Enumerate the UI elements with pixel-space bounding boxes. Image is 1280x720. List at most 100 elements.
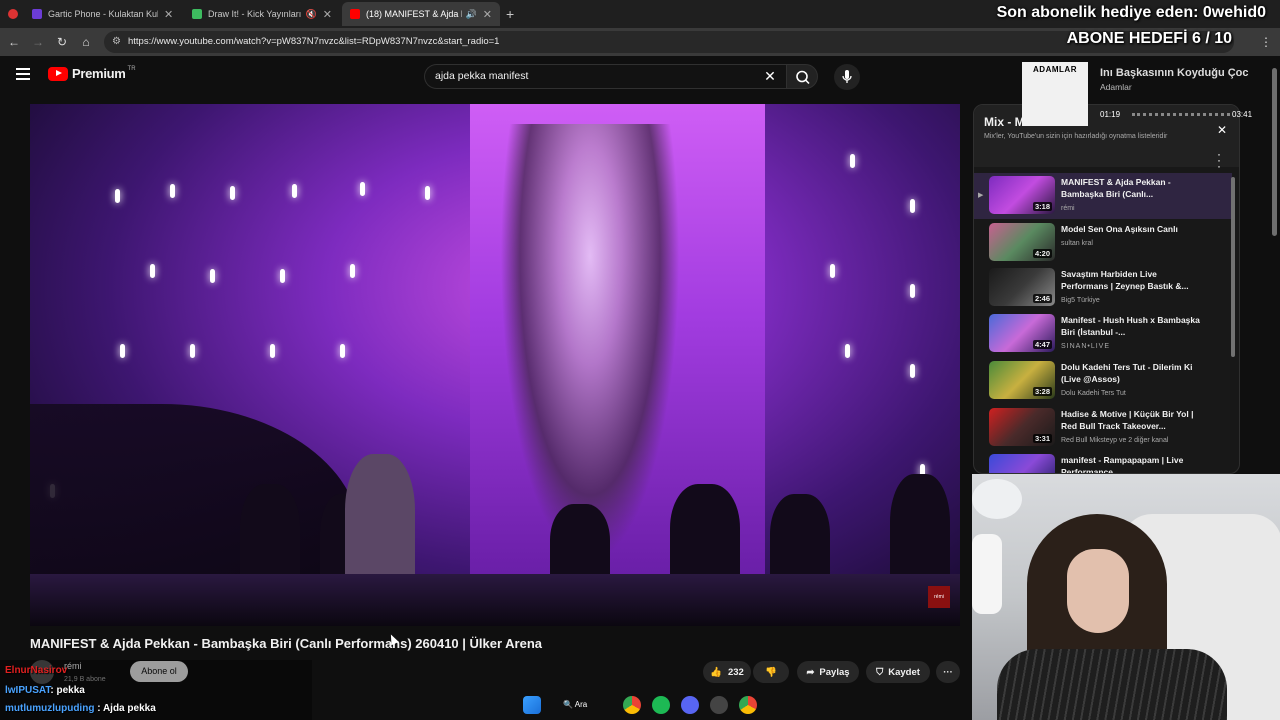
windows-start-icon[interactable] (523, 696, 541, 714)
speaker-icon[interactable]: 🔊 (466, 9, 477, 20)
thumbnail: 3:31 (989, 408, 1055, 446)
youtube-logo[interactable]: Premium TR (48, 66, 136, 81)
gift-sub-overlay: Son abonelik hediye eden: 0wehid0 (996, 4, 1266, 21)
youtube-play-icon (48, 66, 68, 81)
thumbnail: 4:20 (989, 223, 1055, 261)
playlist-item[interactable]: 2:46 Savaştım Harbiden Live Performans |… (974, 265, 1232, 311)
spotify-icon[interactable] (652, 696, 670, 714)
voice-search-button[interactable] (834, 64, 860, 90)
chat-text: : Ajda pekka (94, 703, 156, 714)
chat-username: ElnurNasirov (5, 665, 68, 676)
more-actions-button[interactable]: ··· (936, 661, 960, 683)
search-button[interactable] (786, 64, 818, 89)
duration-badge: 2:46 (1032, 294, 1052, 303)
thumbnail: 4:47 (989, 314, 1055, 352)
chrome-active-icon[interactable] (739, 696, 757, 714)
chrome-icon[interactable] (623, 696, 641, 714)
chat-message: ElnurNasirov (5, 665, 67, 676)
discord-icon[interactable] (681, 696, 699, 714)
playlist-subtitle: Mix'ler, YouTube'un sizin için hazırladı… (984, 133, 1168, 140)
playlist-item[interactable]: 3:28 Dolu Kadehi Ters Tut - Dilerim Ki (… (974, 358, 1232, 404)
song-artist: Adamlar (1100, 82, 1132, 92)
more-vert-icon[interactable]: · · · (1217, 148, 1221, 172)
playlist-item[interactable]: 3:31 Hadise & Motive | Küçük Bir Yol | R… (974, 405, 1232, 451)
video-title: MANIFEST & Ajda Pekkan - Bambaşka Biri (… (30, 636, 543, 651)
duration-badge: 4:20 (1032, 249, 1052, 258)
duration-badge: 4:47 (1032, 340, 1052, 349)
playlist-item-channel: SINAN•LIVE (1061, 343, 1111, 350)
dislike-button[interactable]: 👎 (753, 661, 789, 683)
now-playing-icon: ▶ (978, 192, 984, 199)
playlist-item-title: Hadise & Motive | Küçük Bir Yol | Red Bu… (1061, 409, 1194, 431)
playlist-title[interactable]: Mix - M (984, 115, 1025, 129)
home-icon[interactable]: ⌂ (78, 34, 94, 50)
settings-app-icon[interactable] (710, 696, 728, 714)
tab-label: Gartic Phone - Kulaktan Kulağa (48, 9, 158, 19)
tab-gartic-phone[interactable]: Gartic Phone - Kulaktan Kulağa ✕ (24, 2, 182, 26)
share-icon: ➦ (806, 666, 815, 678)
duration-badge: 3:28 (1032, 387, 1052, 396)
menu-icon[interactable] (16, 68, 30, 80)
thumbs-down-icon: 👎 (765, 666, 777, 678)
playlist-item[interactable]: ▶ 3:18 MANIFEST & Ajda Pekkan - Bambaşka… (974, 173, 1232, 219)
tab-close-icon[interactable]: ✕ (164, 8, 173, 21)
total-time: 03:41 (1232, 110, 1253, 119)
chat-text: : pekka (50, 685, 85, 696)
tab-youtube[interactable]: (18) MANIFEST & Ajda Pekkan 🔊 ✕ (342, 2, 500, 26)
playlist-item[interactable]: 4:20 Model Sen Ona Aşıksın Canlı sultan … (974, 220, 1232, 266)
chat-message: mutlumuzlupuding : Ajda pekka (5, 703, 156, 714)
playlist-item[interactable]: manifest - Rampapapam | Live Performance (974, 451, 1232, 473)
brand-label: Premium (72, 66, 126, 81)
tab-label: (18) MANIFEST & Ajda Pekkan (366, 9, 462, 19)
playlist-item-channel: Big5 Türkiye (1061, 297, 1100, 304)
tab-close-icon[interactable]: ✕ (323, 8, 332, 21)
url-field[interactable]: ⚙ https://www.youtube.com/watch?v=pW837N… (104, 31, 1234, 53)
thumbnail: 3:18 (989, 176, 1055, 214)
taskbar-search-label: Ara (574, 700, 588, 709)
forward-icon[interactable]: → (30, 34, 46, 50)
stage-floor (30, 574, 960, 626)
muted-speaker-icon[interactable]: 🔇 (306, 9, 317, 20)
album-art: ADAMLAR (1022, 62, 1088, 126)
save-button[interactable]: ⛉ Kaydet (866, 661, 930, 683)
share-button[interactable]: ➦ Paylaş (797, 661, 859, 683)
browser-menu-icon[interactable] (4, 2, 22, 26)
taskbar-search[interactable]: 🔍 Ara (563, 695, 605, 715)
playlist-item-channel: sultan kral (1061, 240, 1093, 247)
now-playing-widget: ADAMLAR Inı Başkasının Koyduğu Çoc Adaml… (1022, 62, 1262, 128)
back-icon[interactable]: ← (6, 34, 22, 50)
current-time: 01:19 (1100, 110, 1121, 119)
playlist-scrollbar[interactable] (1231, 177, 1235, 357)
page-scrollbar[interactable] (1272, 68, 1277, 236)
chat-message: lwIPUSAT: pekka (5, 685, 85, 696)
microphone-icon (842, 70, 852, 83)
site-info-icon[interactable]: ⚙ (112, 31, 121, 53)
channel-watermark[interactable]: rémi (928, 586, 950, 608)
browser-menu-icon[interactable]: ⋮ (1258, 34, 1274, 50)
duration-badge: 3:18 (1032, 202, 1052, 211)
playlist-item-title: Savaştım Harbiden Live Performans | Zeyn… (1061, 269, 1189, 291)
search-input[interactable]: ajda pekka manifest (424, 64, 788, 89)
playlist-item-channel: Dolu Kadehi Ters Tut (1061, 390, 1126, 397)
youtube-favicon-icon (350, 9, 360, 19)
tab-close-icon[interactable]: ✕ (483, 8, 492, 21)
mix-playlist-panel: Mix - M Mix'ler, YouTube'un sizin için h… (973, 104, 1240, 474)
clear-search-icon[interactable]: ✕ (762, 68, 778, 84)
share-label: Paylaş (819, 666, 850, 678)
reload-icon[interactable]: ↻ (54, 34, 70, 50)
streamer-face (1067, 549, 1129, 633)
tab-draw-it[interactable]: Draw It! - Kick Yayınları İçin 🔇 ✕ (184, 2, 340, 26)
stream-chat-overlay: ElnurNasirov lwIPUSAT: pekka mutlumuzlup… (0, 660, 312, 720)
like-button[interactable]: 👍 232 (703, 661, 751, 683)
bookmark-icon: ⛉ (876, 666, 884, 678)
playlist-item-title: Model Sen Ona Aşıksın Canlı (1061, 224, 1178, 234)
playlist-item-title: MANIFEST & Ajda Pekkan - Bambaşka Biri (… (1061, 177, 1171, 199)
playlist-item-channel: Red Bull Miksteyp ve 2 diğer kanal (1061, 437, 1169, 444)
new-tab-button[interactable]: + (502, 2, 522, 26)
webcam-feed (972, 474, 1280, 720)
playlist-item[interactable]: 4:47 Manifest - Hush Hush x Bambaşka Bir… (974, 311, 1232, 357)
gartic-favicon-icon (32, 9, 42, 19)
search-icon (796, 70, 810, 85)
video-player[interactable]: rémi (30, 104, 960, 626)
duration-badge: 3:31 (1032, 434, 1052, 443)
